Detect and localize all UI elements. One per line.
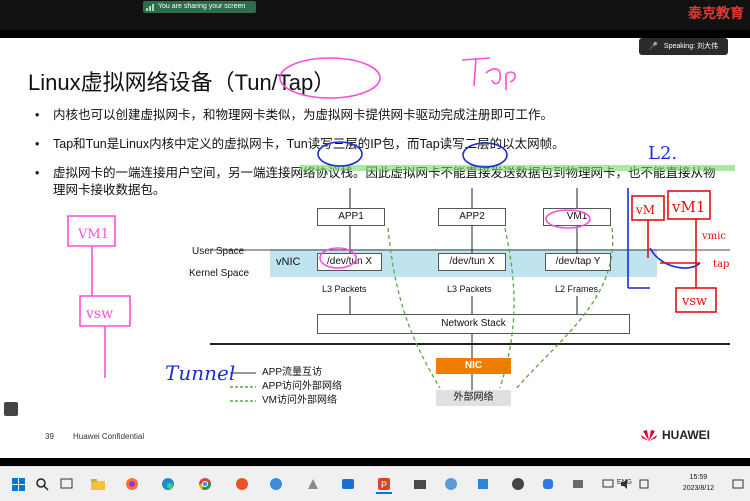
network-stack-box: Network Stack <box>317 314 630 334</box>
huawei-logo: HUAWEI <box>640 428 710 442</box>
legend-item: APP访问外部网络 <box>230 380 342 394</box>
dev-tun-1: /dev/tun X <box>317 253 382 271</box>
legend-item: APP流量互访 <box>230 366 342 380</box>
legend-label: APP访问外部网络 <box>262 381 343 392</box>
ink-overlay: VM1 vsw L2. Tunnel vM vM1 vmic tap vsw <box>67 57 735 391</box>
svg-text:tap: tap <box>713 259 729 270</box>
l3-packets-label: L3 Packets <box>322 284 367 294</box>
confidential-label: Huawei Confidential <box>73 432 145 441</box>
l2-frames-label: L2 Frames <box>555 284 599 294</box>
windows-start-icon[interactable] <box>10 476 26 492</box>
legend-label: APP流量互访 <box>262 367 323 378</box>
svg-text:vsw: vsw <box>681 294 707 309</box>
svg-text:Tunnel: Tunnel <box>165 361 235 385</box>
svg-text:VM1: VM1 <box>77 227 109 242</box>
sharing-banner-label: You are sharing your screen <box>158 3 246 10</box>
language-indicator[interactable]: ENG <box>617 479 632 486</box>
system-clock[interactable]: 15:59 2023/8/12 <box>683 472 714 494</box>
huawei-petal-icon <box>641 430 657 441</box>
sharing-banner[interactable]: You are sharing your screen <box>143 1 256 13</box>
clock-time: 15:59 <box>689 474 708 481</box>
legend-line-dash <box>230 386 256 388</box>
app-icon[interactable] <box>510 476 526 492</box>
legend-line-solid <box>230 372 256 374</box>
dev-tun-2: /dev/tun X <box>438 253 506 271</box>
speaking-indicator: 🎤 Speaking: 刘大伟 <box>639 38 728 55</box>
legend-label: VM访问外部网络 <box>262 395 337 406</box>
legend-item: VM访问外部网络 <box>230 394 342 408</box>
kernel-space-label: Kernel Space <box>189 268 250 279</box>
search-icon[interactable] <box>34 476 50 492</box>
svg-text:P: P <box>381 480 387 490</box>
legend: APP流量互访 APP访问外部网络 VM访问外部网络 <box>230 366 342 408</box>
app-icon[interactable] <box>475 476 491 492</box>
speaking-label: Speaking: 刘大伟 <box>663 43 718 50</box>
app-icon[interactable] <box>305 476 321 492</box>
user-space-label: User Space <box>192 246 245 257</box>
powerpoint-icon[interactable]: P <box>376 476 392 494</box>
brand-logo: 泰克教育 <box>688 6 744 22</box>
slide-number: 39 <box>45 432 54 441</box>
screen-share-bar: You are sharing your screen 泰克教育 <box>0 0 750 30</box>
app-icon[interactable] <box>340 476 356 492</box>
bullet-item: Tap和Tun是Linux内核中定义的虚拟网卡，Tun读写三层的IP包，而Tap… <box>33 136 723 153</box>
app-icon[interactable] <box>234 476 250 492</box>
app1-box: APP1 <box>317 208 385 226</box>
taskbar: P ENG 15:59 2023/8/12 <box>0 466 750 501</box>
slide-title: Linux虚拟网络设备（Tun/Tap） <box>28 70 336 95</box>
svg-text:vmic: vmic <box>701 231 726 242</box>
mic-icon: 🎤 <box>649 43 658 50</box>
huawei-logo-text: HUAWEI <box>662 428 710 442</box>
app-icon[interactable] <box>443 476 459 492</box>
bullet-list: 内核也可以创建虚拟网卡，和物理网卡类似，为虚拟网卡提供网卡驱动完成注册即可工作。… <box>33 107 723 211</box>
app-icon[interactable] <box>412 476 428 492</box>
app-icon[interactable] <box>540 476 556 492</box>
slide-menu-icon[interactable] <box>4 402 18 416</box>
vm1-box: VM1 <box>543 208 611 226</box>
l3-packets-label: L3 Packets <box>447 284 492 294</box>
app2-box: APP2 <box>438 208 506 226</box>
chrome-icon[interactable] <box>197 476 213 492</box>
nic-box: NIC <box>436 358 511 374</box>
app-icon[interactable] <box>268 476 284 492</box>
file-explorer-icon[interactable] <box>90 476 106 492</box>
network-icon[interactable] <box>600 476 616 492</box>
vnic-label: vNIC <box>276 256 301 268</box>
bullet-item: 内核也可以创建虚拟网卡，和物理网卡类似，为虚拟网卡提供网卡驱动完成注册即可工作。 <box>33 107 723 124</box>
notification-icon[interactable] <box>636 476 652 492</box>
action-center-icon[interactable] <box>730 476 746 492</box>
clock-date: 2023/8/12 <box>682 485 714 492</box>
task-view-icon[interactable] <box>58 476 74 492</box>
firefox-icon[interactable] <box>124 476 140 492</box>
presentation-slide: 🎤 Speaking: 刘大伟 Linux虚拟网络设备（Tun/Tap） 内核也… <box>0 38 750 458</box>
dev-tap: /dev/tap Y <box>545 253 611 271</box>
signal-icon <box>146 3 154 11</box>
app-icon[interactable] <box>570 476 586 492</box>
svg-text:vsw: vsw <box>85 306 113 322</box>
legend-line-dash <box>230 400 256 402</box>
bullet-item: 虚拟网卡的一端连接用户空间，另一端连接网络协议栈。因此虚拟网卡不能直接发送数据包… <box>33 165 723 199</box>
edge-icon[interactable] <box>160 476 176 492</box>
external-network-box: 外部网络 <box>436 390 511 406</box>
